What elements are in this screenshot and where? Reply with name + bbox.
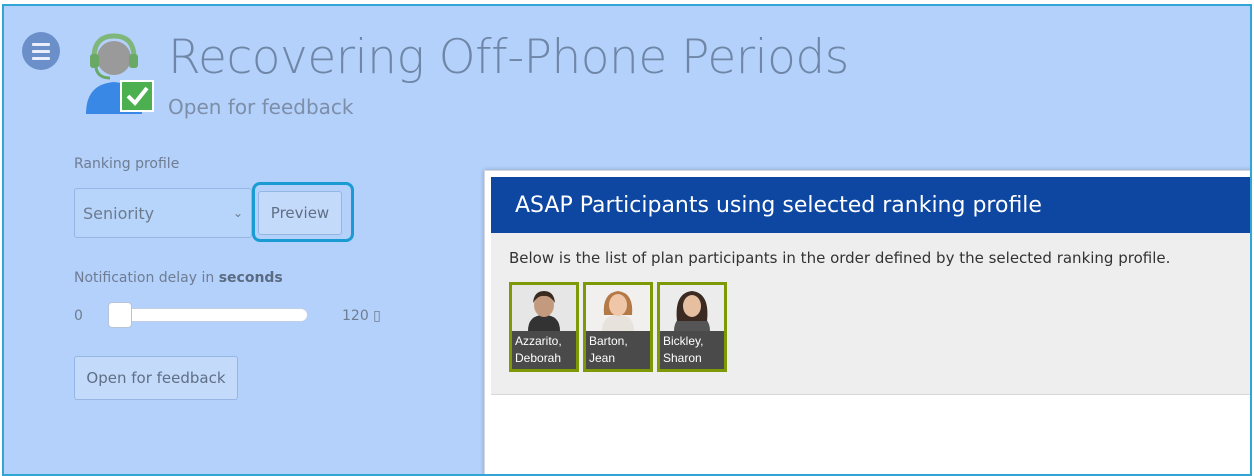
participant-card-inner: Bickley, Sharon [660, 285, 724, 369]
slider-max-value: 120 ▯ [342, 308, 381, 324]
participant-first-name: Sharon [663, 351, 702, 365]
ranking-profile-value: Seniority [83, 203, 155, 223]
page-status: Open for feedback [168, 95, 354, 119]
participant-last-name: Barton, [589, 334, 628, 348]
participant-card-inner: Azzarito, Deborah [512, 285, 576, 369]
delay-slider-thumb[interactable] [108, 302, 132, 328]
dialog-description: Below is the list of plan participants i… [509, 249, 1171, 267]
participants-dialog: ASAP Participants using selected ranking… [484, 170, 1250, 474]
ranking-profile-label: Ranking profile [74, 156, 180, 172]
dialog-title: ASAP Participants using selected ranking… [491, 177, 1250, 233]
participant-last-name: Azzarito, [515, 334, 562, 348]
delay-slider-track[interactable] [108, 308, 308, 322]
slider-min-value: 0 [74, 308, 83, 324]
participant-last-name: Bickley, [663, 334, 704, 348]
ranking-profile-select[interactable]: Seniority ⌄ [74, 188, 252, 238]
notification-delay-label: Notification delay in seconds [74, 270, 283, 286]
menu-bar [32, 49, 50, 53]
participant-list: Azzarito, Deborah Barton, Jean Bickley, … [509, 282, 727, 372]
notification-delay-unit: seconds [218, 270, 283, 286]
participant-card[interactable]: Barton, Jean [583, 282, 653, 372]
participant-card-inner: Barton, Jean [586, 285, 650, 369]
hamburger-menu-icon[interactable] [22, 32, 60, 70]
participant-name: Azzarito, Deborah [512, 331, 576, 369]
participant-card[interactable]: Azzarito, Deborah [509, 282, 579, 372]
notification-delay-prefix: Notification delay in [74, 270, 219, 286]
menu-bar [32, 56, 50, 60]
dialog-body: Below is the list of plan participants i… [491, 233, 1250, 395]
participant-card[interactable]: Bickley, Sharon [657, 282, 727, 372]
preview-button[interactable]: Preview [258, 191, 342, 235]
app-frame: Recovering Off-Phone Periods Open for fe… [2, 4, 1252, 476]
menu-bar [32, 42, 50, 46]
chevron-down-icon: ⌄ [232, 206, 243, 220]
participant-first-name: Deborah [515, 351, 562, 365]
participant-name: Barton, Jean [586, 331, 650, 369]
open-for-feedback-button[interactable]: Open for feedback [74, 356, 238, 400]
participant-photo [512, 285, 576, 331]
participant-photo [660, 285, 724, 331]
agent-headset-checkmark-icon [86, 33, 154, 114]
participant-photo [586, 285, 650, 331]
participant-first-name: Jean [589, 351, 616, 365]
participant-name: Bickley, Sharon [660, 331, 724, 369]
page-title: Recovering Off-Phone Periods [168, 30, 849, 85]
